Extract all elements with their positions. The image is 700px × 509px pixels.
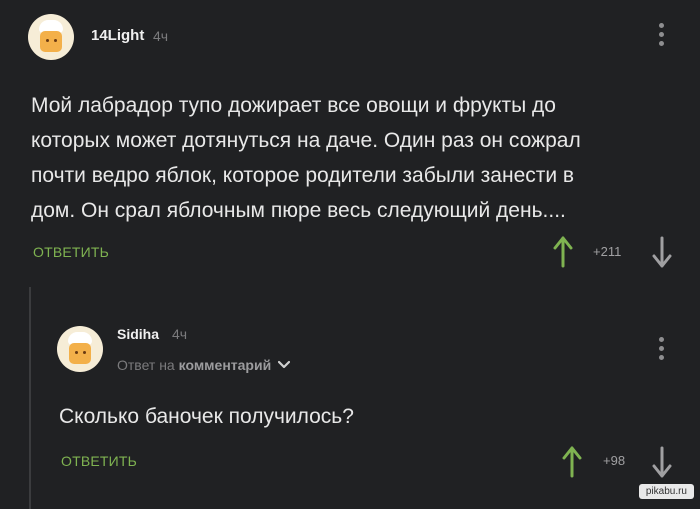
upvote-arrow-icon[interactable] [561,446,583,478]
comment-time: 4ч [172,326,188,342]
rating-score: +98 [603,453,626,468]
reply-button[interactable]: ОТВЕТИТЬ [33,244,109,260]
thread-line[interactable] [29,287,31,509]
username[interactable]: Sidiha [117,326,159,342]
more-menu-icon[interactable] [659,337,665,364]
avatar[interactable] [28,14,74,60]
reply-to-link[interactable]: комментарий [179,357,272,373]
username[interactable]: 14Light [91,27,144,44]
more-menu-icon[interactable] [659,23,665,50]
rating-score: +211 [593,244,622,259]
reply-button[interactable]: ОТВЕТИТЬ [61,453,137,469]
chevron-down-icon[interactable] [277,360,291,370]
downvote-arrow-icon[interactable] [651,446,673,478]
comment-time: 4ч [153,28,169,44]
upvote-arrow-icon[interactable] [552,236,574,268]
reply-to-line[interactable]: Ответ на комментарий [117,357,291,373]
comment-text: Сколько баночек получилось? [59,405,354,428]
site-watermark: pikabu.ru [638,484,694,499]
downvote-arrow-icon[interactable] [651,236,673,268]
avatar[interactable] [57,326,103,372]
comment-text: Мой лабрадор тупо дожирает все овощи и ф… [31,94,581,222]
